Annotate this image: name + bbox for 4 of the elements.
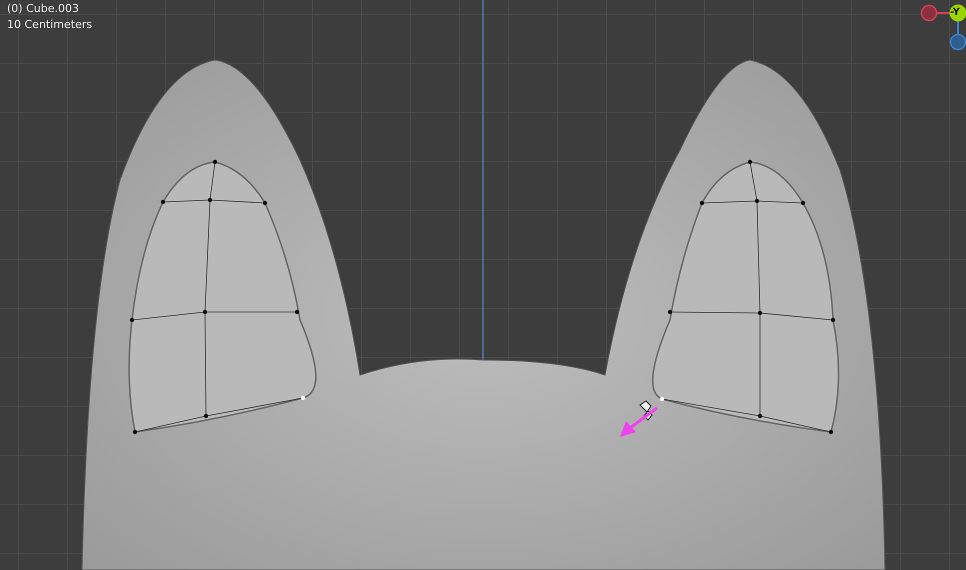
axis-label: -Y bbox=[950, 6, 960, 20]
move-arrow-drawing bbox=[620, 400, 658, 437]
scale-label: 10 Centimeters bbox=[7, 17, 92, 33]
object-label: (0) Cube.003 bbox=[7, 1, 79, 17]
